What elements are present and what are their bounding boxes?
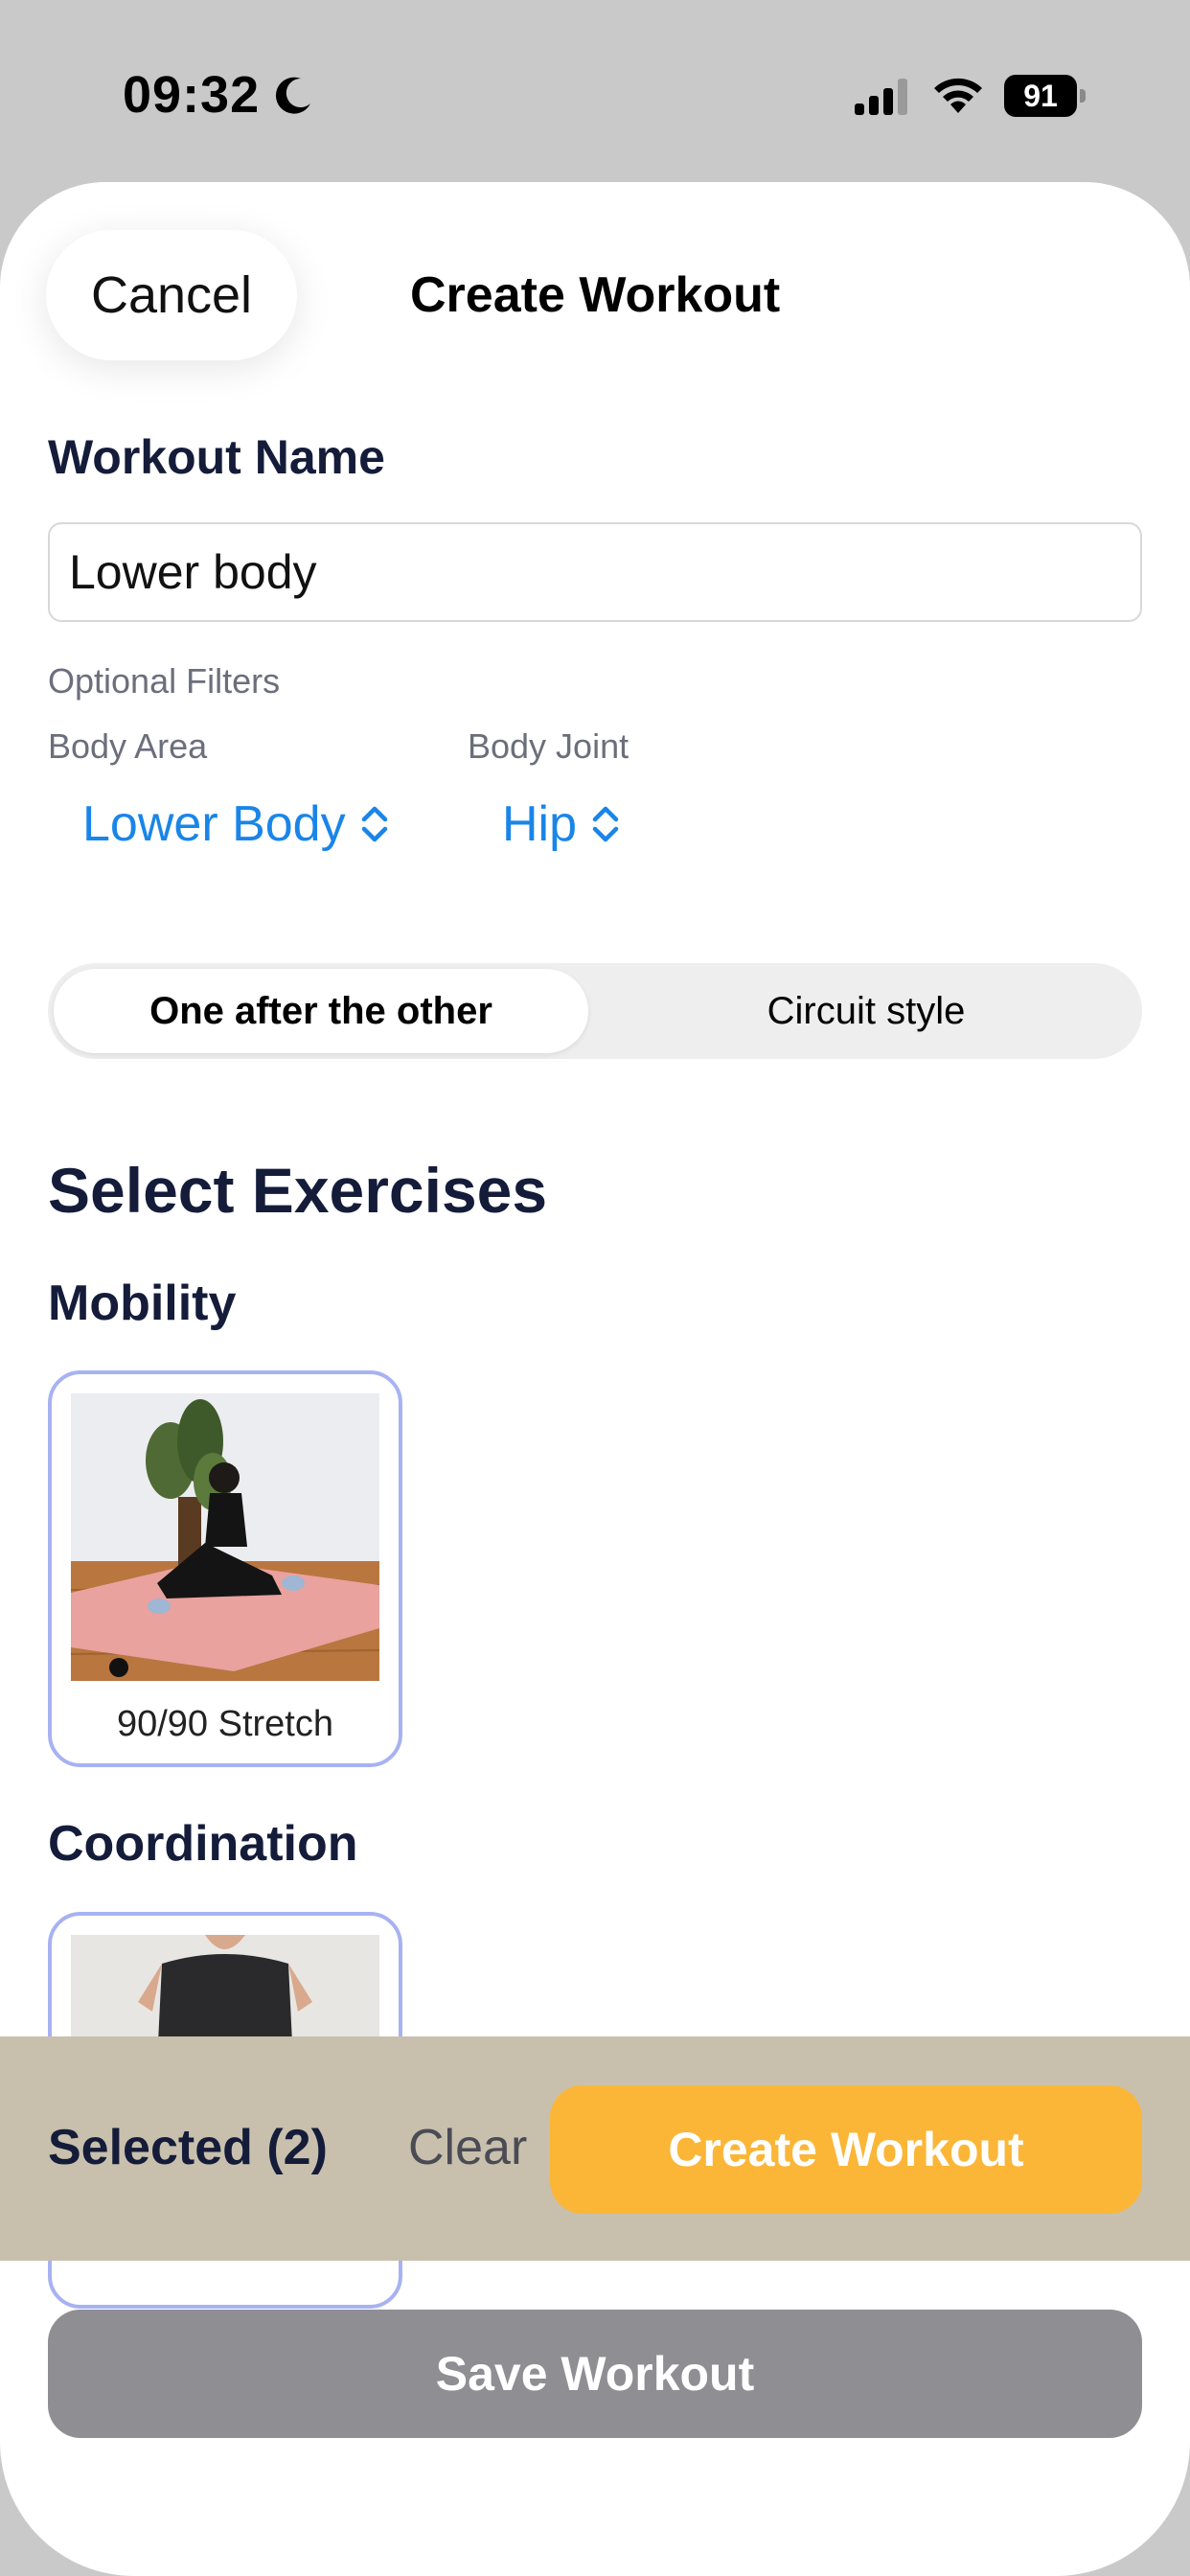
- moon-icon: [275, 77, 310, 114]
- chevron-up-down-icon: [361, 806, 387, 842]
- save-workout-button[interactable]: Save Workout: [48, 2310, 1142, 2438]
- battery-percentage: 91: [1023, 79, 1058, 113]
- exercise-thumbnail: [71, 1393, 379, 1681]
- optional-filters-label: Optional Filters: [48, 661, 281, 701]
- status-time: 09:32: [123, 66, 261, 124]
- selected-count: Selected (2): [48, 2120, 328, 2175]
- workout-mode-segmented-control: One after the other Circuit style: [48, 963, 1142, 1059]
- body-area-picker[interactable]: Lower Body: [82, 795, 390, 853]
- create-workout-button[interactable]: Create Workout: [550, 2085, 1142, 2214]
- battery-icon: 91: [1004, 75, 1086, 117]
- cancel-button[interactable]: Cancel: [46, 230, 297, 360]
- body-joint-picker[interactable]: Hip: [502, 795, 621, 853]
- segment-one-after-the-other[interactable]: One after the other: [54, 969, 588, 1053]
- chevron-up-down-icon: [592, 806, 619, 842]
- exercise-card[interactable]: 90/90 Stretch: [48, 1370, 402, 1767]
- category-title-mobility: Mobility: [48, 1276, 237, 1331]
- clear-button[interactable]: Clear: [408, 2119, 527, 2176]
- selection-action-bar: Selected (2) Clear Create Workout: [0, 2036, 1190, 2261]
- select-exercises-title: Select Exercises: [48, 1155, 548, 1226]
- create-workout-sheet: Cancel Create Workout Workout Name Lower…: [0, 182, 1190, 2576]
- body-joint-label: Body Joint: [468, 726, 629, 766]
- wifi-icon: [934, 78, 982, 113]
- body-area-value: Lower Body: [82, 796, 346, 852]
- workout-name-label: Workout Name: [48, 430, 385, 484]
- body-joint-value: Hip: [502, 796, 578, 852]
- sheet-title: Create Workout: [410, 267, 781, 323]
- body-area-label: Body Area: [48, 726, 208, 766]
- segment-circuit-style[interactable]: Circuit style: [596, 969, 1136, 1053]
- category-title-coordination: Coordination: [48, 1816, 358, 1872]
- signal-icon: [855, 79, 907, 115]
- exercise-label: 90/90 Stretch: [116, 1704, 334, 1744]
- status-bar: 09:32 91: [0, 0, 1190, 182]
- workout-name-input[interactable]: Lower body: [48, 522, 1142, 622]
